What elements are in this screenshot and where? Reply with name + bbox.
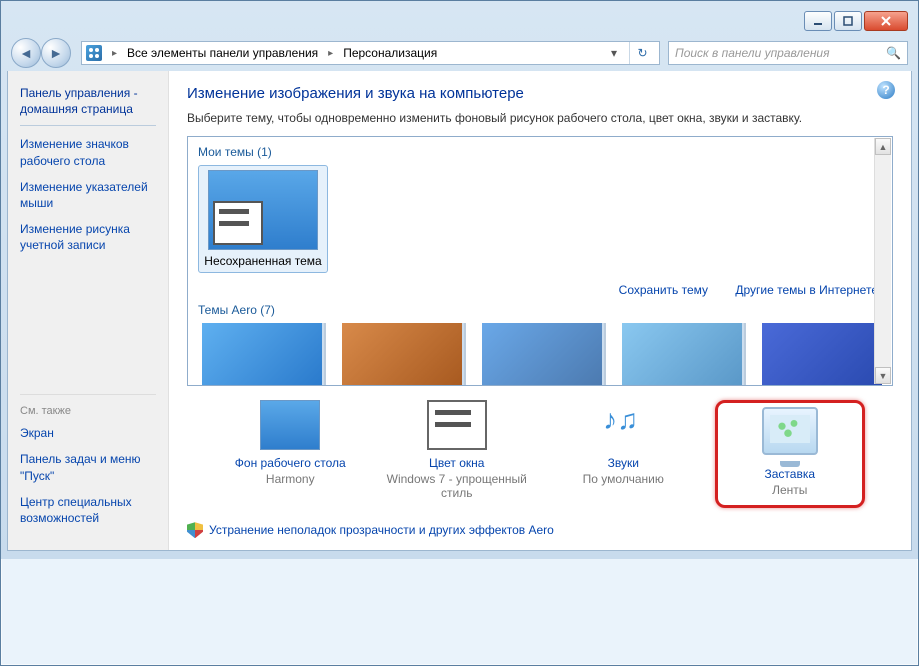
- sounds-value: По умолчанию: [548, 472, 698, 486]
- aero-troubleshoot-label: Устранение неполадок прозрачности и друг…: [209, 523, 554, 537]
- aero-troubleshoot-link[interactable]: Устранение неполадок прозрачности и друг…: [187, 516, 893, 542]
- search-input[interactable]: Поиск в панели управления 🔍: [668, 41, 908, 65]
- help-icon[interactable]: ?: [877, 81, 895, 99]
- personalization-window: ◄ ► ▸ Все элементы панели управления ▸ П…: [0, 0, 919, 666]
- minimize-button[interactable]: [804, 11, 832, 31]
- see-also-taskbar[interactable]: Панель задач и меню "Пуск": [20, 451, 156, 483]
- aero-themes-label: Темы Aero (7): [198, 303, 882, 317]
- sidebar-link-account-picture[interactable]: Изменение рисунка учетной записи: [20, 221, 156, 253]
- see-also-display[interactable]: Экран: [20, 425, 156, 441]
- scroll-up-button[interactable]: ▲: [875, 138, 891, 155]
- desktop-background-icon: [260, 400, 320, 450]
- more-themes-link[interactable]: Другие темы в Интернете: [735, 283, 878, 297]
- save-theme-link[interactable]: Сохранить тему: [619, 283, 708, 297]
- chevron-right-icon: ▸: [108, 48, 121, 59]
- titlebar: [7, 7, 912, 35]
- sounds-title: Звуки: [548, 456, 698, 470]
- desktop-background-item[interactable]: Фон рабочего стола Harmony: [215, 400, 365, 486]
- aero-theme-4[interactable]: [622, 323, 742, 385]
- theme-unsaved[interactable]: Несохраненная тема: [198, 165, 328, 273]
- window-color-value: Windows 7 - упрощенный стиль: [382, 472, 532, 500]
- chevron-right-icon: ▸: [324, 48, 337, 59]
- window-color-item[interactable]: Цвет окна Windows 7 - упрощенный стиль: [382, 400, 532, 500]
- theme-thumbnail: [208, 170, 318, 250]
- aero-theme-2[interactable]: [342, 323, 462, 385]
- see-also-ease-of-access[interactable]: Центр специальных возможностей: [20, 494, 156, 526]
- window-color-icon: [427, 400, 487, 450]
- screensaver-title: Заставка: [726, 467, 854, 481]
- theme-actions: Сохранить тему Другие темы в Интернете: [198, 283, 878, 297]
- aero-themes-row: [198, 323, 882, 385]
- back-button[interactable]: ◄: [11, 38, 41, 68]
- sidebar-link-mouse-pointers[interactable]: Изменение указателей мыши: [20, 179, 156, 211]
- scrollbar[interactable]: ▲ ▼: [874, 138, 891, 384]
- main-panel: ? Изменение изображения и звука на компь…: [169, 71, 911, 550]
- screensaver-value: Ленты: [726, 483, 854, 497]
- window-frame: ◄ ► ▸ Все элементы панели управления ▸ П…: [1, 1, 918, 559]
- sidebar: Панель управления - домашняя страница Из…: [8, 71, 169, 550]
- page-description: Выберите тему, чтобы одновременно измени…: [187, 110, 893, 126]
- breadcrumb-item[interactable]: Все элементы панели управления: [127, 46, 318, 60]
- page-title: Изменение изображения и звука на компьют…: [187, 85, 893, 102]
- search-placeholder: Поиск в панели управления: [675, 46, 830, 60]
- sounds-icon: [593, 400, 653, 450]
- sidebar-link-desktop-icons[interactable]: Изменение значков рабочего стола: [20, 136, 156, 168]
- aero-theme-3[interactable]: [482, 323, 602, 385]
- theme-name-label: Несохраненная тема: [203, 254, 323, 268]
- navigation-bar: ◄ ► ▸ Все элементы панели управления ▸ П…: [7, 35, 912, 71]
- control-panel-icon: [86, 45, 102, 61]
- aero-theme-5[interactable]: [762, 323, 882, 385]
- screensaver-item[interactable]: Заставка Ленты: [715, 400, 865, 508]
- forward-button[interactable]: ►: [41, 38, 71, 68]
- breadcrumb-item[interactable]: Персонализация: [343, 46, 437, 60]
- shield-icon: [187, 522, 203, 538]
- desktop-background-title: Фон рабочего стола: [215, 456, 365, 470]
- my-themes-label: Мои темы (1): [198, 145, 882, 159]
- sounds-item[interactable]: Звуки По умолчанию: [548, 400, 698, 486]
- desktop-background-value: Harmony: [215, 472, 365, 486]
- window-color-title: Цвет окна: [382, 456, 532, 470]
- see-also-label: См. также: [20, 394, 156, 417]
- scroll-down-button[interactable]: ▼: [875, 367, 891, 384]
- dropdown-icon[interactable]: ▾: [605, 46, 623, 60]
- bottom-settings-row: Фон рабочего стола Harmony Цвет окна Win…: [187, 386, 893, 516]
- screensaver-icon: [762, 407, 818, 455]
- address-bar[interactable]: ▸ Все элементы панели управления ▸ Персо…: [81, 41, 660, 65]
- aero-theme-1[interactable]: [202, 323, 322, 385]
- content-area: Панель управления - домашняя страница Из…: [7, 71, 912, 551]
- close-button[interactable]: [864, 11, 908, 31]
- maximize-button[interactable]: [834, 11, 862, 31]
- control-panel-home-link[interactable]: Панель управления - домашняя страница: [20, 85, 156, 126]
- search-icon: 🔍: [886, 46, 901, 60]
- refresh-button[interactable]: ↻: [629, 42, 655, 64]
- themes-container: Мои темы (1) Несохраненная тема Сохранит…: [187, 136, 893, 386]
